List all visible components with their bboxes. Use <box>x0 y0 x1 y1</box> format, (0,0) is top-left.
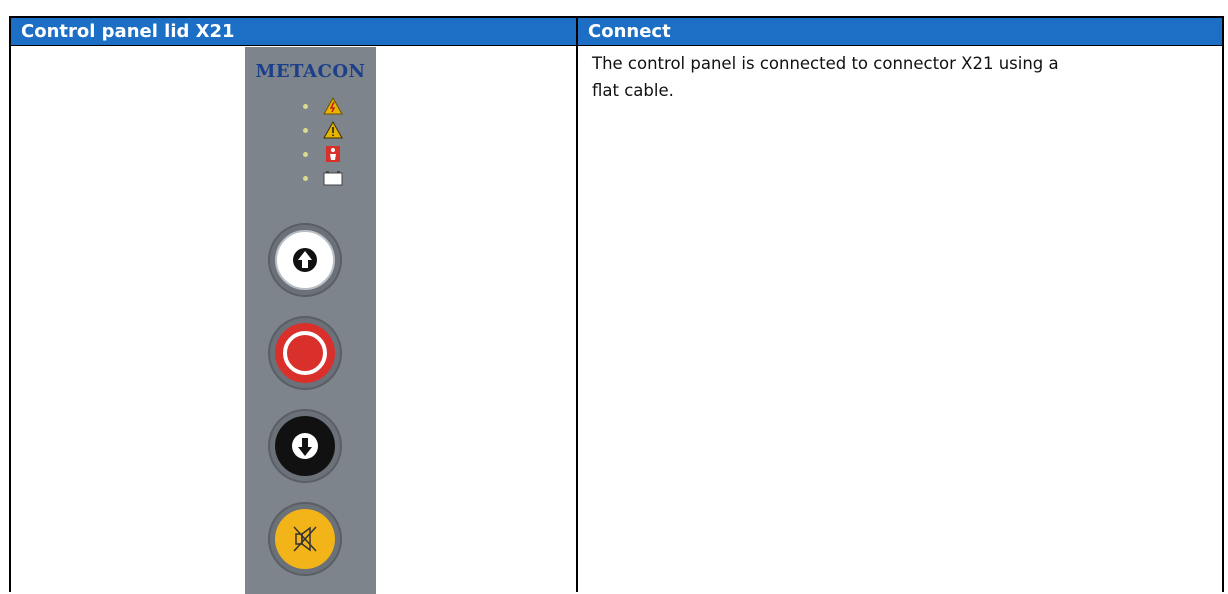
document-table: Control panel lid X21 METACON Connect Th… <box>9 16 1224 594</box>
indicator-row-lightning <box>303 97 353 117</box>
led-icon <box>303 104 308 109</box>
arrow-down-icon <box>292 433 318 459</box>
indicator-row-emergency <box>303 145 353 165</box>
alarm-mute-button-face <box>275 509 335 569</box>
arrow-up-icon <box>293 248 317 272</box>
down-button-face <box>275 416 335 476</box>
stop-button-face <box>275 323 335 383</box>
control-panel-image: METACON <box>245 47 376 594</box>
led-icon <box>303 128 308 133</box>
column-header-control-panel: Control panel lid X21 <box>11 18 576 46</box>
up-button[interactable] <box>268 223 342 297</box>
description-line: The control panel is connected to connec… <box>592 54 1059 73</box>
alarm-mute-button[interactable] <box>268 502 342 576</box>
stop-button[interactable] <box>268 316 342 390</box>
down-button[interactable] <box>268 409 342 483</box>
indicator-row-warning <box>303 121 353 141</box>
lightning-warning-icon <box>323 97 343 115</box>
table-column-left: Control panel lid X21 METACON <box>11 18 578 594</box>
up-button-face <box>275 230 335 290</box>
warning-triangle-icon <box>323 121 343 139</box>
stop-circle-icon <box>283 331 327 375</box>
description-line: flat cable. <box>592 81 674 100</box>
led-icon <box>303 152 308 157</box>
battery-icon <box>323 171 343 186</box>
indicator-row-battery <box>303 169 353 189</box>
led-icon <box>303 176 308 181</box>
table-column-right: Connect The control panel is connected t… <box>578 18 1222 592</box>
speaker-muted-icon <box>293 526 317 552</box>
column-header-connect: Connect <box>578 18 1222 46</box>
metacon-logo: METACON <box>255 61 366 82</box>
emergency-person-icon <box>326 146 340 162</box>
connect-description: The control panel is connected to connec… <box>578 46 1222 104</box>
